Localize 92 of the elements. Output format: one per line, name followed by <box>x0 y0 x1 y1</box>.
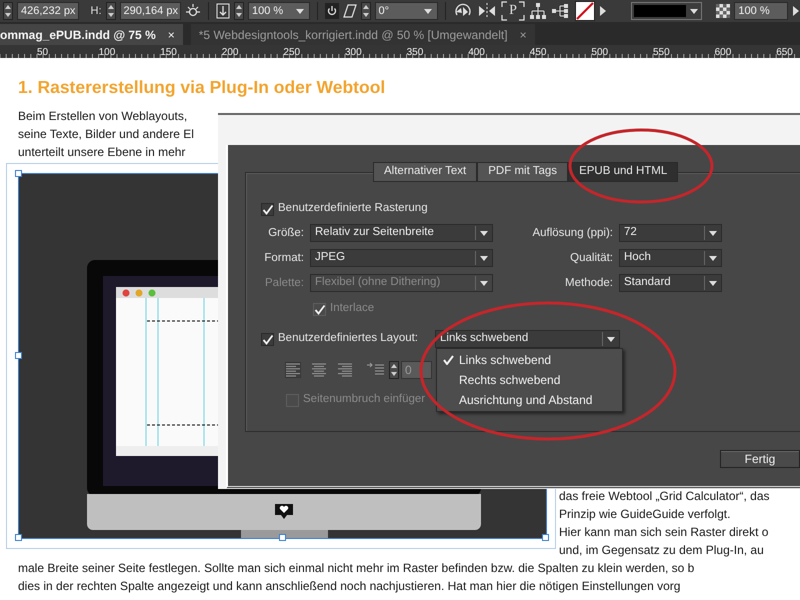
ruler-label: 300 <box>345 47 362 58</box>
selection-handle[interactable] <box>15 534 22 541</box>
hierarchy-icon[interactable] <box>550 4 571 18</box>
field-label: Methode: <box>564 276 614 291</box>
paragraph-line: seine Texte, Bilder und andere El <box>18 126 195 143</box>
ruler-label: 650 <box>776 47 793 58</box>
caret-icon[interactable] <box>708 279 718 287</box>
paragraph-line: und, im Gegensatz zu dem Plug-In, au <box>559 542 765 559</box>
checkbox-label: Interlace <box>330 301 374 316</box>
checkbox[interactable] <box>261 202 274 216</box>
caret-icon[interactable] <box>689 6 700 16</box>
height-field[interactable]: 290,164 px <box>120 2 182 20</box>
paragraph-line: das freie Webtool „Grid Calculator“, das <box>559 488 770 505</box>
ruler-label: 50 <box>37 47 48 58</box>
ruler-label: 250 <box>283 47 300 58</box>
ruler-label: 600 <box>714 47 732 58</box>
checkbox[interactable] <box>261 332 274 346</box>
field-label: Palette: <box>264 276 305 291</box>
ruler-label: 350 <box>406 47 424 58</box>
caret-icon[interactable] <box>479 229 489 237</box>
align-left-icon[interactable] <box>285 362 301 378</box>
caret-icon[interactable] <box>479 254 489 262</box>
ruler-label: 500 <box>591 47 608 58</box>
caret-icon[interactable] <box>294 6 307 16</box>
width-field[interactable]: 426,232 px <box>17 2 79 20</box>
align-right-icon[interactable] <box>337 362 353 378</box>
spinner-icon[interactable] <box>3 2 13 20</box>
flip-icon[interactable] <box>476 2 497 20</box>
caret-icon[interactable] <box>606 335 616 343</box>
menu-item[interactable]: Links schwebend <box>437 350 622 370</box>
arrow-icon[interactable] <box>792 5 800 17</box>
ruler-label: 100 <box>98 47 116 58</box>
dropdown[interactable]: Links schwebend <box>435 330 620 348</box>
ruler-label: 150 <box>160 47 177 58</box>
caret-icon[interactable] <box>423 6 435 16</box>
spinner-icon[interactable] <box>360 2 371 20</box>
arrow-icon[interactable] <box>598 5 607 17</box>
skew-icon[interactable] <box>342 4 357 18</box>
section-heading: 1. Rastererstellung via Plug-In oder Webtool <box>18 76 386 98</box>
opacity-icon[interactable] <box>716 4 730 18</box>
dropdown[interactable]: Hoch <box>619 249 722 267</box>
selection-handle[interactable] <box>542 534 549 541</box>
paragraph-line: Hier kann man sich sein Raster direkt o <box>559 524 770 541</box>
none-swatch-icon[interactable] <box>574 1 595 21</box>
dialog-tab[interactable]: PDF mit Tags <box>477 162 568 182</box>
dropdown[interactable]: Standard <box>619 274 722 292</box>
close-button[interactable]: × <box>168 26 175 44</box>
dropdown[interactable]: 72 <box>619 224 722 242</box>
shear-field[interactable]: 0° <box>374 2 438 20</box>
field-label: Größe: <box>267 226 305 241</box>
field-label: Auflösung (ppi): <box>531 226 614 241</box>
dialog-tab[interactable]: EPUB und HTML <box>568 162 678 182</box>
field-label: Qualität: <box>569 251 614 266</box>
selection-handle[interactable] <box>15 170 22 177</box>
hierarchy-icon[interactable] <box>528 2 547 20</box>
selection-handle[interactable] <box>15 352 22 359</box>
close-button[interactable]: × <box>520 26 527 44</box>
done-button[interactable]: Fertig <box>720 450 800 468</box>
ruler-label: 550 <box>653 47 670 58</box>
menu-item[interactable]: Ausrichtung und Abstand <box>437 390 622 410</box>
ruler-label: 200 <box>222 47 238 58</box>
spinner-icon[interactable] <box>106 2 116 20</box>
dropdown[interactable]: JPEG <box>310 249 493 267</box>
checkbox-label: Benutzerdefinierte Rasterung <box>278 201 428 216</box>
document-tab[interactable]: *5 Webdesigntools_korrigiert.indd @ 50 % [Umgewandelt] × <box>190 24 535 45</box>
caret-icon[interactable] <box>708 229 718 237</box>
opacity-field[interactable]: 100 % <box>734 2 788 20</box>
spinner-icon[interactable] <box>234 2 244 20</box>
align-center-icon[interactable] <box>311 362 327 378</box>
checkbox-label: Benutzerdefiniertes Layout: <box>278 331 420 346</box>
power-icon[interactable] <box>324 3 339 19</box>
caret-icon[interactable] <box>708 254 718 262</box>
dropdown[interactable]: Relativ zur Seitenbreite <box>310 224 493 242</box>
menu-item[interactable]: Rechts schwebend <box>437 370 622 390</box>
stroke-swatch[interactable] <box>630 2 702 20</box>
selection-handle[interactable] <box>278 534 286 541</box>
ruler-label: 400 <box>468 47 485 58</box>
paragraph-line: male Breite seiner Seite festlegen. Sollte man sich einmal nicht mehr im Raster befinden bzw. die Spalten zu klein werden, so b <box>18 560 696 577</box>
paragraph-line: dies in der rechten Spalte angezeigt und kann anschließend noch nachjustieren. Hat man hier die nötigen Einstellungen vorg <box>18 578 682 595</box>
document-tab[interactable]: ommag_ePUB.indd @ 75 % × <box>0 24 183 45</box>
checkbox-label: Seitenumbruch einfüger <box>303 392 426 408</box>
scale-field[interactable]: 100 % <box>248 2 310 20</box>
paragraph-line: unterteilt unsere Ebene in mehr <box>18 144 186 161</box>
ruler-label: 450 <box>530 47 546 58</box>
height-label: H: <box>90 4 102 19</box>
paragraph-line: Beim Erstellen von Weblayouts, <box>18 108 188 125</box>
spinner-icon[interactable] <box>389 361 399 379</box>
dialog-tab[interactable]: Alternativer Text <box>373 162 478 182</box>
field-label: Format: <box>263 251 305 266</box>
reference-point-icon[interactable] <box>185 3 202 19</box>
check-icon <box>442 355 454 365</box>
paragraph-line: Prinzip wie GuideGuide verfolgt. <box>559 506 732 523</box>
